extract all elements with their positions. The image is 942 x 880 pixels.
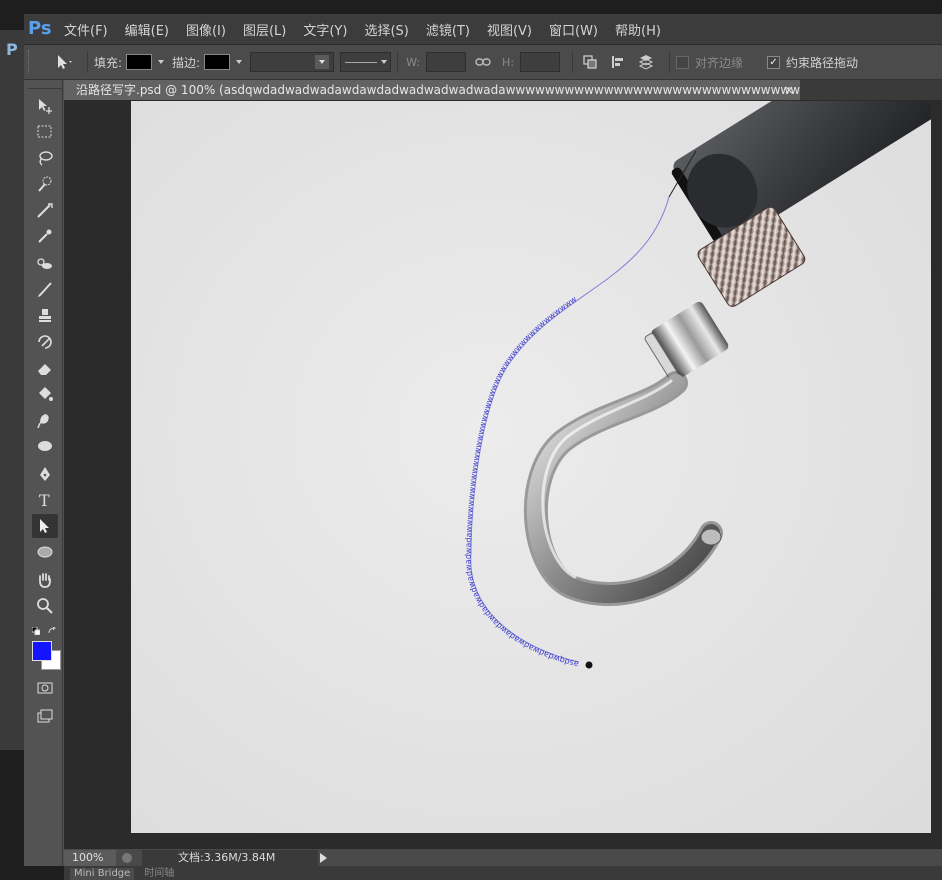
menu-bar: Ps 文件(F) 编辑(E) 图像(I) 图层(L) 文字(Y) 选择(S) 滤… — [24, 14, 942, 45]
fill-label: 填充: — [94, 55, 123, 70]
paint-bucket-tool-icon[interactable] — [32, 382, 58, 406]
path-alignment-icon[interactable] — [607, 51, 629, 73]
eraser-tool-icon[interactable] — [32, 356, 58, 380]
tab-mini-bridge[interactable]: Mini Bridge — [70, 868, 135, 880]
separator — [669, 51, 671, 73]
tool-preset-picker[interactable] — [47, 50, 81, 74]
ellipse-tool-icon[interactable] — [32, 540, 58, 564]
eyedropper-tool-icon[interactable] — [32, 224, 58, 248]
tab-timeline[interactable]: 时间轴 — [140, 868, 178, 880]
background-window: P — [0, 30, 25, 750]
document-canvas[interactable]: asdqwdadwadwadawdawdadwadwadwadwadawwwww… — [131, 101, 931, 833]
history-brush-tool-icon[interactable] — [32, 330, 58, 354]
bottom-panel-tabs: Mini Bridge 时间轴 — [64, 866, 942, 880]
stroke-dropdown-arrow-icon[interactable] — [236, 60, 243, 64]
tools-panel: T — [28, 80, 63, 866]
photoshop-window: Ps 文件(F) 编辑(E) 图像(I) 图层(L) 文字(Y) 选择(S) 滤… — [24, 14, 942, 880]
canvas-area: asdqwdadwadwadawdawdadwadwadwadwadawwwww… — [64, 100, 942, 848]
menu-type[interactable]: 文字(Y) — [303, 20, 347, 39]
swap-colors-icon[interactable] — [48, 624, 57, 634]
path-select-preset-icon — [58, 55, 72, 69]
tools-panel-header[interactable] — [28, 80, 62, 89]
zoom-tool-icon[interactable] — [32, 594, 58, 618]
clone-stamp-tool-icon[interactable] — [32, 304, 58, 328]
width-label: W: — [406, 55, 421, 69]
menu-view[interactable]: 视图(V) — [487, 20, 532, 39]
path-operations-icon[interactable] — [579, 51, 601, 73]
quick-select-tool-icon[interactable] — [32, 172, 58, 196]
separator — [397, 51, 399, 73]
canvas-artwork: asdqwdadwadwadawdawdadwadwadwadwadawwwww… — [131, 101, 931, 833]
marquee-tool-icon[interactable] — [32, 120, 58, 144]
move-tool-icon[interactable] — [32, 94, 58, 118]
status-bar: 100% 文档:3.36M/3.84M — [64, 848, 942, 867]
menu-layer[interactable]: 图层(L) — [243, 20, 286, 39]
width-field[interactable] — [426, 52, 467, 72]
svg-text:T: T — [39, 491, 50, 509]
menu-file[interactable]: 文件(F) — [64, 20, 108, 39]
menu-image[interactable]: 图像(I) — [186, 20, 226, 39]
menu-edit[interactable]: 编辑(E) — [125, 20, 169, 39]
constrain-path-label: 约束路径拖动 — [786, 55, 859, 70]
options-bar: 填充: 描边: W: H: 对齐边缘 ✓ 约束路径拖动 — [24, 45, 942, 80]
path-arrangement-icon[interactable] — [635, 51, 657, 73]
lasso-tool-icon[interactable] — [32, 146, 58, 170]
height-field[interactable] — [520, 52, 561, 72]
pen-tool-icon[interactable] — [32, 462, 58, 486]
menu-help[interactable]: 帮助(H) — [615, 20, 661, 39]
path-select-tool-icon[interactable] — [32, 514, 58, 538]
separator — [572, 51, 574, 73]
document-tab-bar: 沿路径写字.psd @ 100% (asdqwdadwadwadawdawdad… — [64, 80, 942, 100]
constrain-path-checkbox[interactable]: ✓ — [767, 55, 781, 69]
stroke-type-dropdown[interactable] — [340, 52, 392, 72]
app-logo: Ps — [28, 18, 52, 39]
link-dimensions-icon[interactable] — [472, 51, 494, 73]
blur-tool-icon[interactable] — [32, 408, 58, 432]
document-tab[interactable]: 沿路径写字.psd @ 100% (asdqwdadwadwadawdawdad… — [64, 80, 800, 100]
height-label: H: — [502, 55, 515, 69]
menu-window[interactable]: 窗口(W) — [549, 20, 598, 39]
quick-mask-icon[interactable] — [32, 676, 58, 700]
foreground-color-swatch[interactable] — [32, 641, 52, 661]
hand-tool-icon[interactable] — [32, 568, 58, 592]
healing-tool-icon[interactable] — [32, 252, 58, 276]
stroke-width-field[interactable] — [250, 52, 335, 72]
document-title: 沿路径写字.psd @ 100% (asdqwdadwadwadawdawdad… — [76, 83, 800, 97]
stroke-type-arrow-icon — [381, 60, 388, 64]
default-colors-icon[interactable] — [31, 624, 41, 636]
stroke-swatch[interactable] — [204, 54, 231, 70]
options-bar-grip[interactable] — [28, 50, 39, 74]
status-info-icon[interactable] — [122, 853, 132, 863]
align-edges-checkbox[interactable] — [676, 55, 690, 69]
menu-filter[interactable]: 滤镜(T) — [426, 20, 470, 39]
fill-swatch[interactable] — [126, 54, 153, 70]
dodge-tool-icon[interactable] — [32, 434, 58, 458]
fill-dropdown-arrow-icon[interactable] — [158, 60, 165, 64]
document-info: 文档:3.36M/3.84M — [142, 850, 318, 866]
path-anchor-point[interactable] — [585, 661, 593, 669]
zoom-level[interactable]: 100% — [64, 850, 116, 866]
type-tool-icon[interactable]: T — [32, 488, 58, 512]
screen-mode-icon[interactable] — [32, 704, 58, 728]
align-edges-label: 对齐边缘 — [695, 55, 744, 70]
crop-tool-icon[interactable] — [32, 198, 58, 222]
stroke-width-arrow-icon — [315, 55, 330, 69]
close-icon[interactable]: × — [784, 80, 794, 100]
stroke-label: 描边: — [172, 55, 201, 70]
background-app-logo: P — [6, 40, 18, 59]
brush-tool-icon[interactable] — [32, 278, 58, 302]
separator — [87, 51, 88, 73]
menu-select[interactable]: 选择(S) — [364, 20, 408, 39]
status-menu-arrow-icon[interactable] — [320, 853, 327, 863]
